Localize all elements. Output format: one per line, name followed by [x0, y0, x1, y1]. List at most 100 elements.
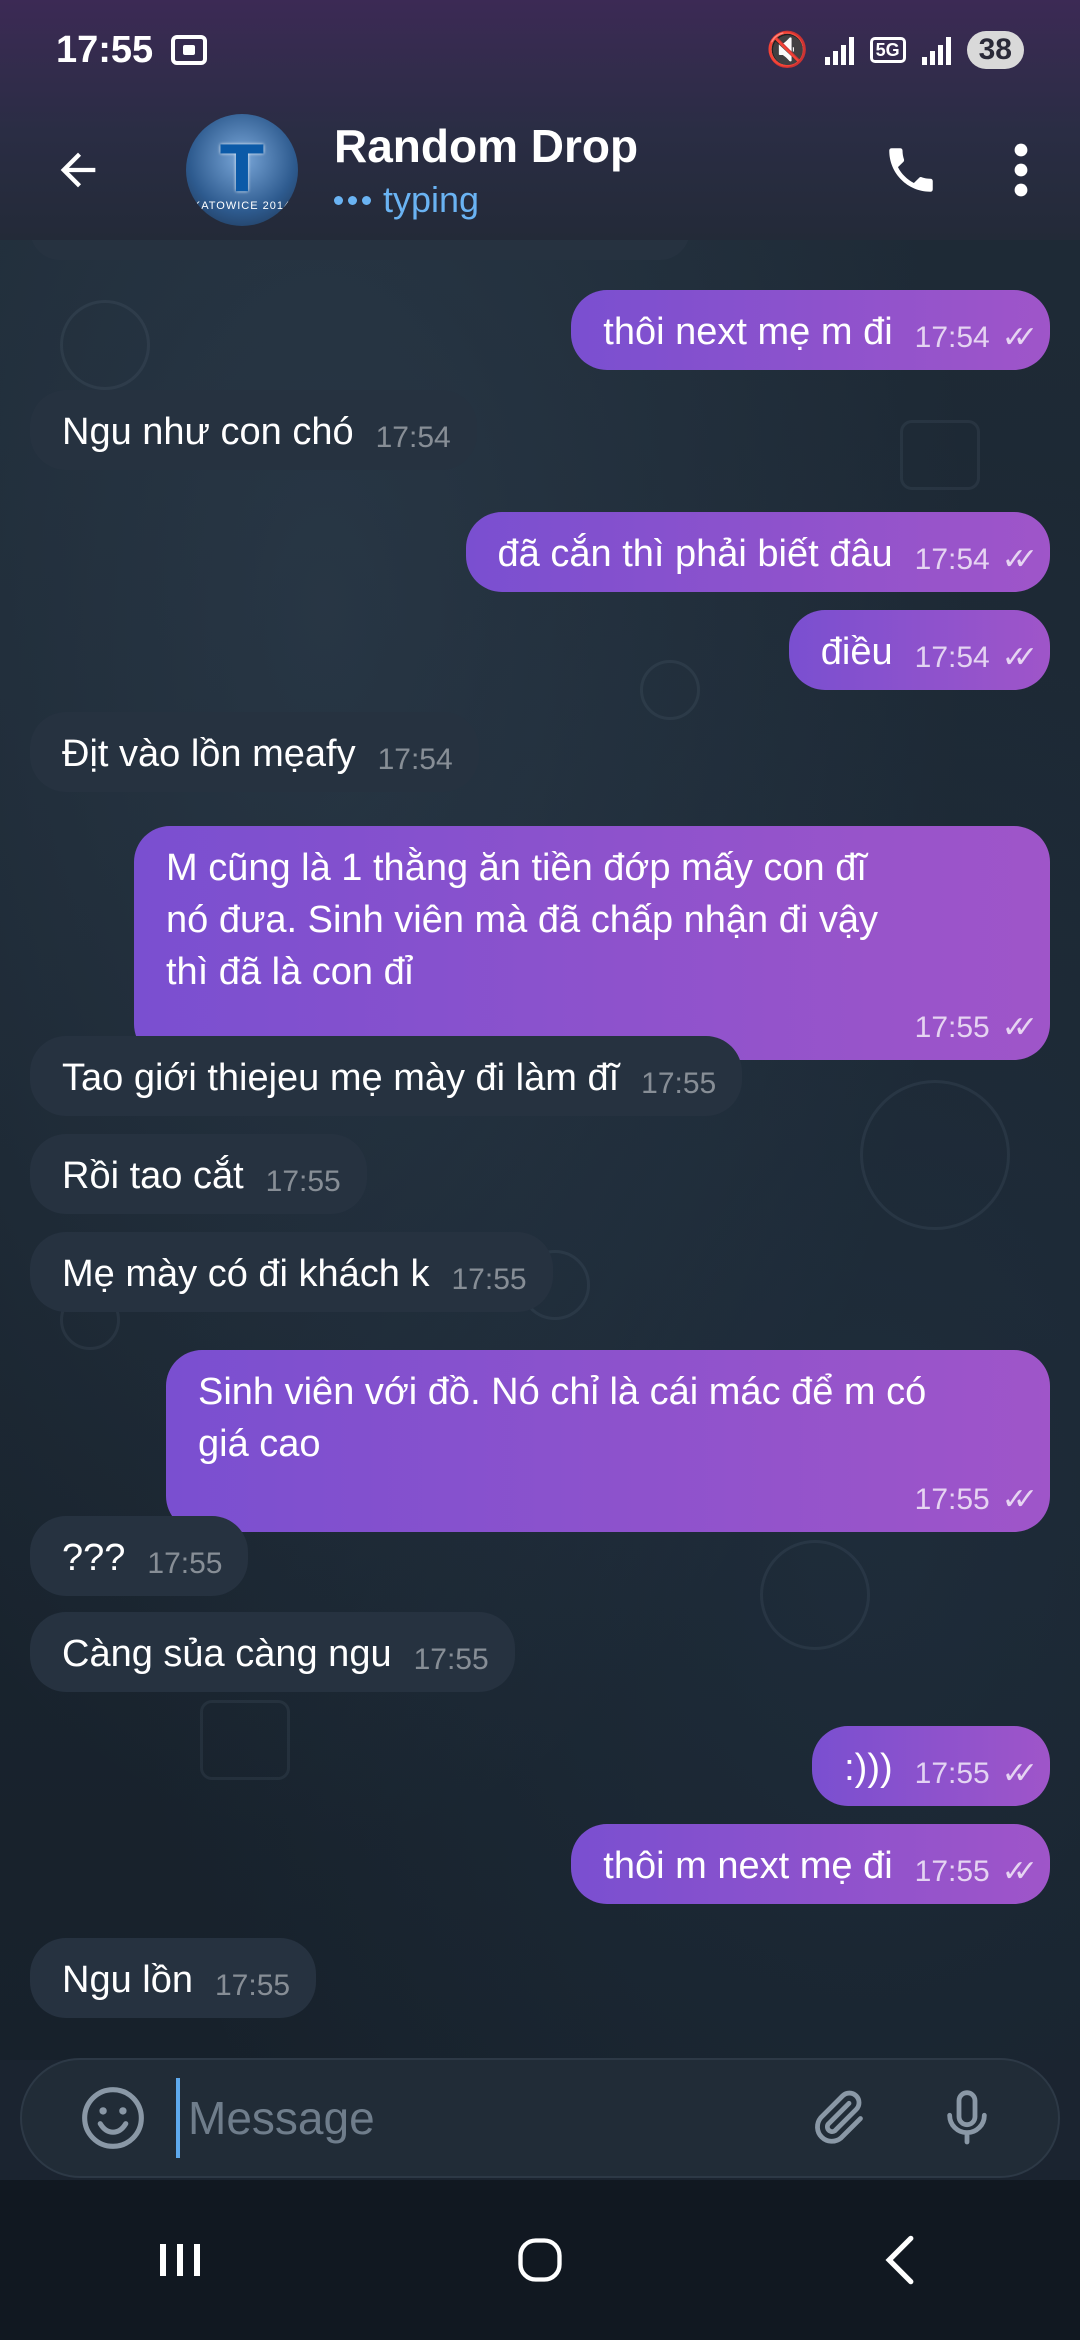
message-meta: 17:55 ✓✓ [914, 1748, 1039, 1800]
signal-icon [824, 35, 854, 65]
message-time: 17:55 [914, 1011, 990, 1044]
chat-title-block[interactable]: Random Drop typing [334, 119, 638, 221]
message-bubble-incoming[interactable]: Càng sủa càng ngu 17:55 [30, 1612, 515, 1692]
double-check-icon: ✓✓ [1001, 1483, 1038, 1516]
message-meta: 17:55 [451, 1254, 526, 1306]
home-button[interactable] [480, 2200, 600, 2320]
message-meta: 17:54 [378, 734, 453, 786]
message-bubble-incoming[interactable]: Ngu như con chó 17:54 [30, 390, 477, 470]
more-options-button[interactable] [976, 125, 1066, 215]
message-input[interactable] [176, 2078, 792, 2158]
message-bubble-incoming[interactable]: Ngu lồn 17:55 [30, 1938, 317, 2018]
double-check-icon: ✓✓ [1001, 1855, 1038, 1888]
message-time: 17:55 [914, 1757, 990, 1790]
double-check-icon: ✓✓ [1001, 641, 1038, 674]
message-time: 17:55 [641, 1067, 717, 1100]
typing-label: typing [383, 179, 480, 220]
double-check-icon: ✓✓ [1001, 321, 1038, 354]
message-meta: 17:55 [414, 1634, 489, 1686]
message-text: Sinh viên với đồ. Nó chỉ là cái mác để m… [198, 1371, 927, 1465]
back-arrow-icon [60, 152, 96, 188]
message-text: ??? [62, 1537, 126, 1579]
microphone-icon [947, 2090, 987, 2145]
message-text: Ngu lồn [62, 1959, 193, 2001]
double-check-icon: ✓✓ [1001, 1011, 1038, 1044]
chat-title: Random Drop [334, 120, 639, 172]
battery-indicator: 38 [966, 31, 1024, 69]
back-chevron-icon [885, 2235, 914, 2285]
message-text: thôi next mẹ m đi [603, 311, 893, 353]
paperclip-icon [815, 2090, 863, 2144]
message-time: 17:55 [914, 1483, 990, 1516]
message-time: 17:55 [914, 1855, 990, 1888]
signal-icon [921, 35, 951, 65]
back-button[interactable] [30, 122, 126, 218]
message-text: Càng sủa càng ngu [62, 1633, 392, 1675]
message-bubble-incoming[interactable]: Tao giới thiejeu mẹ mày đi làm đĩ 17:55 [30, 1036, 743, 1116]
emoji-icon [82, 2087, 144, 2149]
double-check-icon: ✓✓ [1001, 1757, 1038, 1790]
message-bubble-outgoing[interactable]: Sinh viên với đồ. Nó chỉ là cái mác để m… [166, 1350, 1050, 1532]
mute-icon: 🔇 [766, 31, 809, 69]
message-meta: 17:55 [641, 1058, 716, 1110]
double-check-icon: ✓✓ [1001, 543, 1038, 576]
message-meta: 17:55 ✓✓ [914, 1846, 1039, 1898]
message-time: 17:55 [413, 1643, 489, 1676]
more-vertical-icon [1014, 143, 1028, 197]
message-text: :))) [844, 1747, 893, 1789]
message-meta: 17:54 [376, 412, 451, 464]
message-text: điều [820, 631, 893, 673]
avatar[interactable]: T KATOWICE 2014 [186, 114, 298, 226]
message-meta: 17:54 ✓✓ [914, 534, 1039, 586]
message-bubble-incoming[interactable]: Địt vào lồn mẹafy 17:54 [30, 712, 479, 792]
message-text: Tao giới thiejeu mẹ mày đi làm đĩ [62, 1057, 620, 1099]
status-icons: 🔇 5G 38 [766, 30, 1024, 70]
screen-record-icon [171, 35, 208, 65]
message-bubble-outgoing[interactable]: M cũng là 1 thằng ăn tiền đớp mấy con đĩ… [134, 826, 1050, 1060]
message-text: Rồi tao cắt [62, 1155, 244, 1197]
message-time: 17:54 [375, 421, 451, 454]
network-badge: 5G [869, 37, 906, 63]
attach-button[interactable] [792, 2073, 882, 2163]
home-icon [518, 2238, 562, 2282]
message-text: Mẹ mày có đi khách k [62, 1253, 430, 1295]
message-text: Địt vào lồn mẹafy [62, 733, 356, 775]
message-meta: 17:54 ✓✓ [914, 312, 1039, 364]
message-meta: 17:55 [215, 1960, 290, 2012]
message-text: M cũng là 1 thằng ăn tiền đớp mấy con đĩ… [166, 847, 879, 993]
message-meta: 17:54 ✓✓ [914, 632, 1039, 684]
message-meta: 17:55 [266, 1156, 341, 1208]
message-time: 17:54 [914, 641, 990, 674]
recent-apps-icon [160, 2244, 200, 2276]
message-bubble-outgoing[interactable]: đã cắn thì phải biết đâu 17:54 ✓✓ [465, 512, 1050, 592]
call-button[interactable] [866, 125, 956, 215]
message-text: thôi m next mẹ đi [603, 1845, 893, 1887]
message-time: 17:54 [914, 543, 990, 576]
back-nav-button[interactable] [840, 2200, 960, 2320]
message-time: 17:55 [147, 1547, 223, 1580]
status-time: 17:55 [56, 28, 154, 71]
recent-apps-button[interactable] [120, 2200, 240, 2320]
voice-record-button[interactable] [922, 2073, 1012, 2163]
top-bar: 17:55 🔇 5G 38 T KATOWICE 2014 Random Dro… [0, 0, 1080, 240]
message-bubble-incoming[interactable]: Mẹ mày có đi khách k 17:55 [30, 1232, 553, 1312]
message-time: 17:54 [914, 321, 990, 354]
message-composer [20, 2058, 1060, 2178]
system-nav-bar [0, 2180, 1080, 2340]
message-time: 17:55 [214, 1969, 291, 2002]
message-bubble-outgoing[interactable]: điều 17:54 ✓✓ [788, 610, 1050, 690]
message-meta: 17:55 ✓✓ [914, 1002, 1039, 1054]
emoji-button[interactable] [68, 2073, 158, 2163]
message-bubble-outgoing[interactable]: thôi m next mẹ đi 17:55 ✓✓ [571, 1824, 1050, 1904]
message-bubble-incoming[interactable]: ??? 17:55 [30, 1516, 249, 1596]
message-bubble-incoming[interactable]: Rồi tao cắt 17:55 [30, 1134, 367, 1214]
typing-dots-icon [334, 195, 371, 205]
message-meta: 17:55 ✓✓ [914, 1474, 1039, 1526]
message-bubble-outgoing[interactable]: thôi next mẹ m đi 17:54 ✓✓ [571, 290, 1050, 370]
avatar-logo: T [220, 133, 264, 207]
message-list[interactable]: thôi next mẹ m đi 17:54 ✓✓ Ngu như con ch… [0, 200, 1080, 2060]
message-time: 17:54 [377, 743, 453, 776]
message-text: đã cắn thì phải biết đâu [497, 533, 893, 575]
message-bubble-outgoing[interactable]: :))) 17:55 ✓✓ [812, 1726, 1050, 1806]
message-time: 17:55 [265, 1165, 341, 1198]
